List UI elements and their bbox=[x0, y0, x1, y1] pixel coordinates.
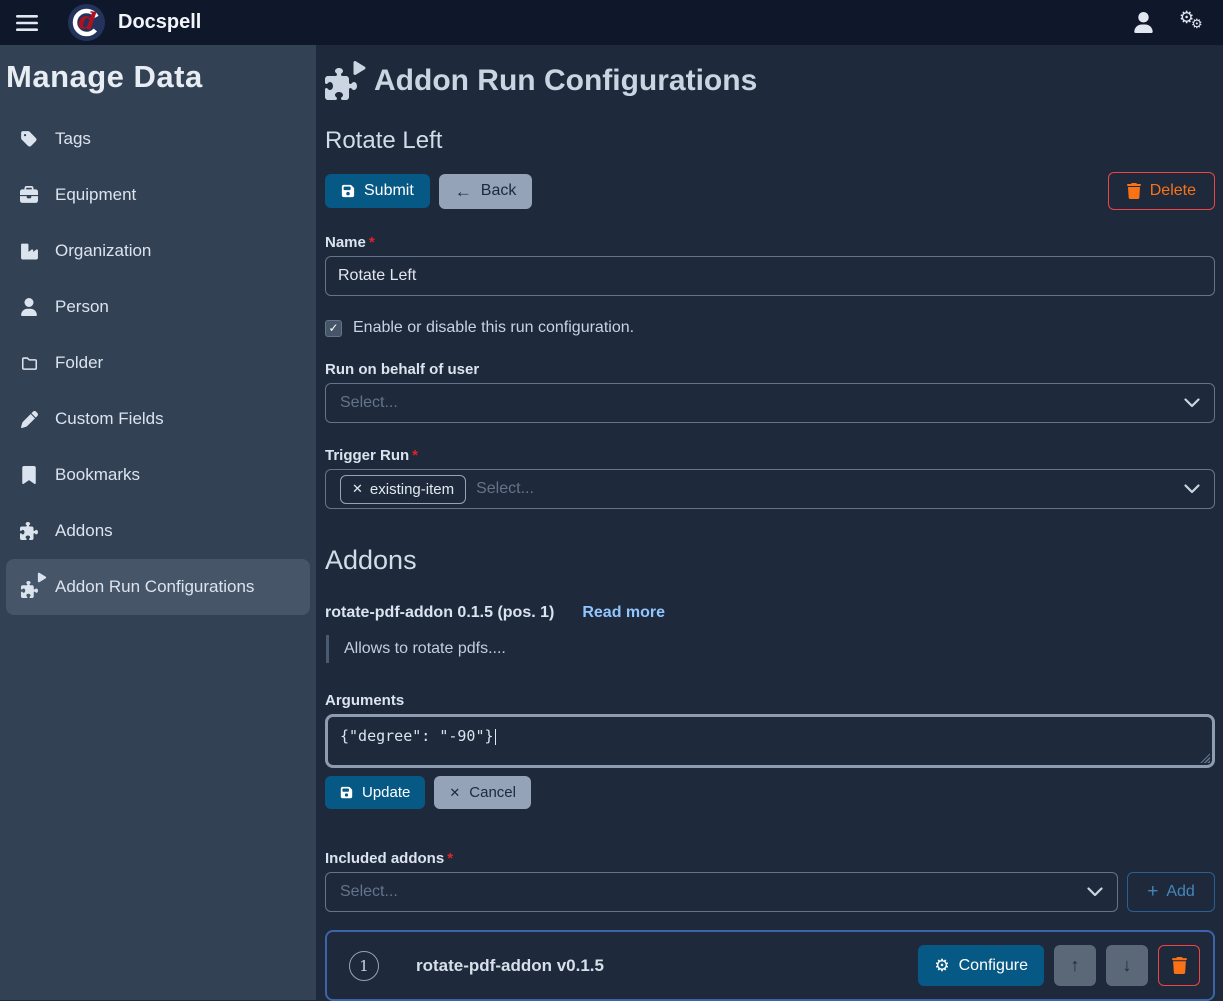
remove-addon-button[interactable] bbox=[1158, 945, 1200, 986]
addon-version-title: rotate-pdf-addon 0.1.5 (pos. 1) bbox=[325, 604, 554, 622]
folder-icon bbox=[18, 354, 40, 372]
save-icon bbox=[340, 786, 353, 799]
enable-checkbox-label: Enable or disable this run configuration… bbox=[353, 319, 634, 337]
included-addon-card: 1 rotate-pdf-addon v0.1.5 ⚙ Configure ↑ … bbox=[325, 930, 1215, 1001]
addon-description: Allows to rotate pdfs.... bbox=[326, 635, 1215, 663]
enable-checkbox-row[interactable]: ✓ Enable or disable this run configurati… bbox=[325, 319, 1215, 337]
run-on-behalf-label: Run on behalf of user bbox=[325, 361, 1215, 378]
user-icon bbox=[18, 298, 40, 316]
sidebar-item-addons[interactable]: Addons bbox=[6, 503, 310, 559]
add-addon-button[interactable]: + Add bbox=[1127, 872, 1215, 912]
trigger-run-label: Trigger Run* bbox=[325, 447, 1215, 464]
sidebar-item-label: Person bbox=[55, 297, 109, 317]
bookmark-icon bbox=[18, 466, 40, 484]
chevron-down-icon bbox=[1087, 887, 1103, 897]
sidebar-item-custom-fields[interactable]: Custom Fields bbox=[6, 391, 310, 447]
read-more-link[interactable]: Read more bbox=[582, 604, 665, 622]
sidebar-item-person[interactable]: Person bbox=[6, 279, 310, 335]
plus-icon: + bbox=[1147, 881, 1158, 903]
toolbar: Submit ← Back Delete bbox=[325, 172, 1215, 210]
pen-icon bbox=[18, 411, 40, 428]
tag-icon bbox=[18, 130, 40, 148]
sidebar-item-label: Addon Run Configurations bbox=[55, 577, 254, 597]
sidebar: Manage Data Tags Equipment Organization bbox=[0, 45, 316, 1000]
arrow-up-icon: ↑ bbox=[1071, 955, 1080, 976]
name-label: Name* bbox=[325, 234, 1215, 251]
addon-card-actions: ⚙ Configure ↑ ↓ bbox=[918, 945, 1200, 986]
configure-button[interactable]: ⚙ Configure bbox=[918, 945, 1044, 986]
puzzle-icon bbox=[18, 522, 40, 540]
sidebar-item-label: Tags bbox=[55, 129, 91, 149]
delete-button[interactable]: Delete bbox=[1108, 172, 1215, 210]
menu-icon[interactable] bbox=[10, 9, 44, 37]
close-icon: ✕ bbox=[449, 786, 460, 799]
name-input[interactable] bbox=[325, 256, 1215, 296]
arguments-label: Arguments bbox=[325, 692, 1215, 709]
remove-chip-icon[interactable]: ✕ bbox=[352, 481, 363, 497]
included-addons-label: Included addons* bbox=[325, 850, 1215, 867]
back-button[interactable]: ← Back bbox=[439, 174, 533, 209]
text-caret bbox=[495, 729, 496, 745]
included-addons-select[interactable]: Select... bbox=[325, 872, 1118, 912]
sidebar-item-organization[interactable]: Organization bbox=[6, 223, 310, 279]
trigger-chip-existing-item[interactable]: ✕ existing-item bbox=[340, 475, 466, 504]
move-down-button[interactable]: ↓ bbox=[1106, 945, 1148, 986]
included-addon-name: rotate-pdf-addon v0.1.5 bbox=[416, 956, 604, 976]
sidebar-item-folder[interactable]: Folder bbox=[6, 335, 310, 391]
brand-name[interactable]: Docspell bbox=[118, 11, 201, 34]
docspell-logo-icon[interactable]: d bbox=[68, 4, 105, 41]
settings-gears-icon[interactable]: ⚙ ⚙ bbox=[1179, 10, 1207, 36]
sidebar-item-bookmarks[interactable]: Bookmarks bbox=[6, 447, 310, 503]
sidebar-item-equipment[interactable]: Equipment bbox=[6, 167, 310, 223]
addon-info-row: rotate-pdf-addon 0.1.5 (pos. 1) Read mor… bbox=[325, 604, 1215, 622]
sidebar-title: Manage Data bbox=[6, 59, 316, 95]
sidebar-item-label: Organization bbox=[55, 241, 151, 261]
page-title: Addon Run Configurations bbox=[325, 62, 1215, 100]
trash-icon bbox=[1127, 183, 1141, 199]
run-on-behalf-select[interactable]: Select... bbox=[325, 383, 1215, 423]
cancel-button[interactable]: ✕ Cancel bbox=[434, 776, 531, 809]
sidebar-item-label: Addons bbox=[55, 521, 113, 541]
puzzle-run-icon bbox=[325, 62, 357, 100]
config-name-heading: Rotate Left bbox=[325, 127, 1215, 155]
arguments-actions: Update ✕ Cancel bbox=[325, 776, 1215, 809]
addons-section-heading: Addons bbox=[325, 545, 1215, 576]
sidebar-item-label: Folder bbox=[55, 353, 103, 373]
trigger-run-select[interactable]: ✕ existing-item Select... bbox=[325, 469, 1215, 509]
sidebar-nav: Tags Equipment Organization Person bbox=[0, 111, 316, 615]
sidebar-item-addon-run-configurations[interactable]: Addon Run Configurations bbox=[6, 559, 310, 615]
sidebar-item-label: Custom Fields bbox=[55, 409, 164, 429]
submit-button[interactable]: Submit bbox=[325, 174, 430, 208]
arrow-left-icon: ← bbox=[455, 183, 472, 200]
resize-handle[interactable] bbox=[1199, 752, 1210, 763]
briefcase-icon bbox=[18, 186, 40, 204]
user-account-icon[interactable] bbox=[1134, 12, 1153, 33]
puzzle-run-icon bbox=[18, 577, 40, 598]
arguments-textarea[interactable]: {"degree": "-90"} bbox=[325, 714, 1215, 768]
chevron-down-icon bbox=[1184, 398, 1200, 408]
update-button[interactable]: Update bbox=[325, 776, 425, 809]
gear-icon: ⚙ bbox=[934, 957, 949, 974]
included-addons-row: Select... + Add bbox=[325, 872, 1215, 912]
checkbox-checked-icon[interactable]: ✓ bbox=[325, 320, 342, 337]
arrow-down-icon: ↓ bbox=[1123, 955, 1132, 976]
sidebar-item-tags[interactable]: Tags bbox=[6, 111, 310, 167]
save-icon bbox=[341, 184, 355, 198]
sidebar-item-label: Bookmarks bbox=[55, 465, 140, 485]
trash-icon bbox=[1172, 957, 1187, 974]
move-up-button[interactable]: ↑ bbox=[1054, 945, 1096, 986]
main-content: Addon Run Configurations Rotate Left Sub… bbox=[316, 45, 1223, 1000]
position-badge: 1 bbox=[349, 951, 379, 981]
sidebar-item-label: Equipment bbox=[55, 185, 136, 205]
factory-icon bbox=[18, 242, 40, 260]
top-navbar: d Docspell ⚙ ⚙ bbox=[0, 0, 1223, 45]
chevron-down-icon bbox=[1184, 484, 1200, 494]
